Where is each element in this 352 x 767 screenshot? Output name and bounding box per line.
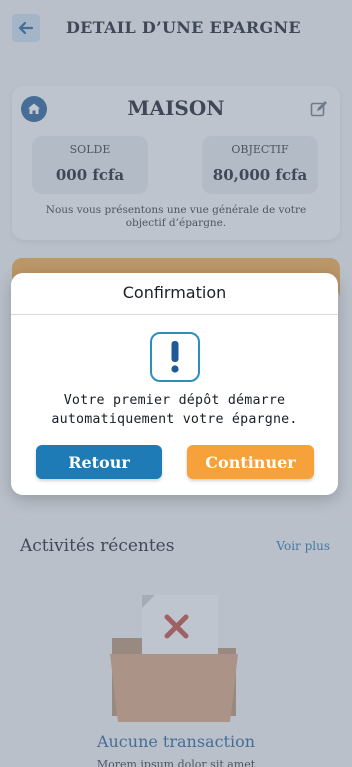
alert-icon bbox=[150, 332, 200, 382]
modal-divider bbox=[11, 314, 338, 315]
modal-message: Votre premier dépôt démarre automatiquem… bbox=[51, 393, 298, 427]
back-button-modal[interactable]: Retour bbox=[36, 445, 162, 479]
continue-button[interactable]: Continuer bbox=[187, 445, 314, 479]
confirmation-modal: Confirmation Votre premier dépôt démarre… bbox=[11, 273, 338, 495]
modal-title: Confirmation bbox=[122, 283, 227, 302]
